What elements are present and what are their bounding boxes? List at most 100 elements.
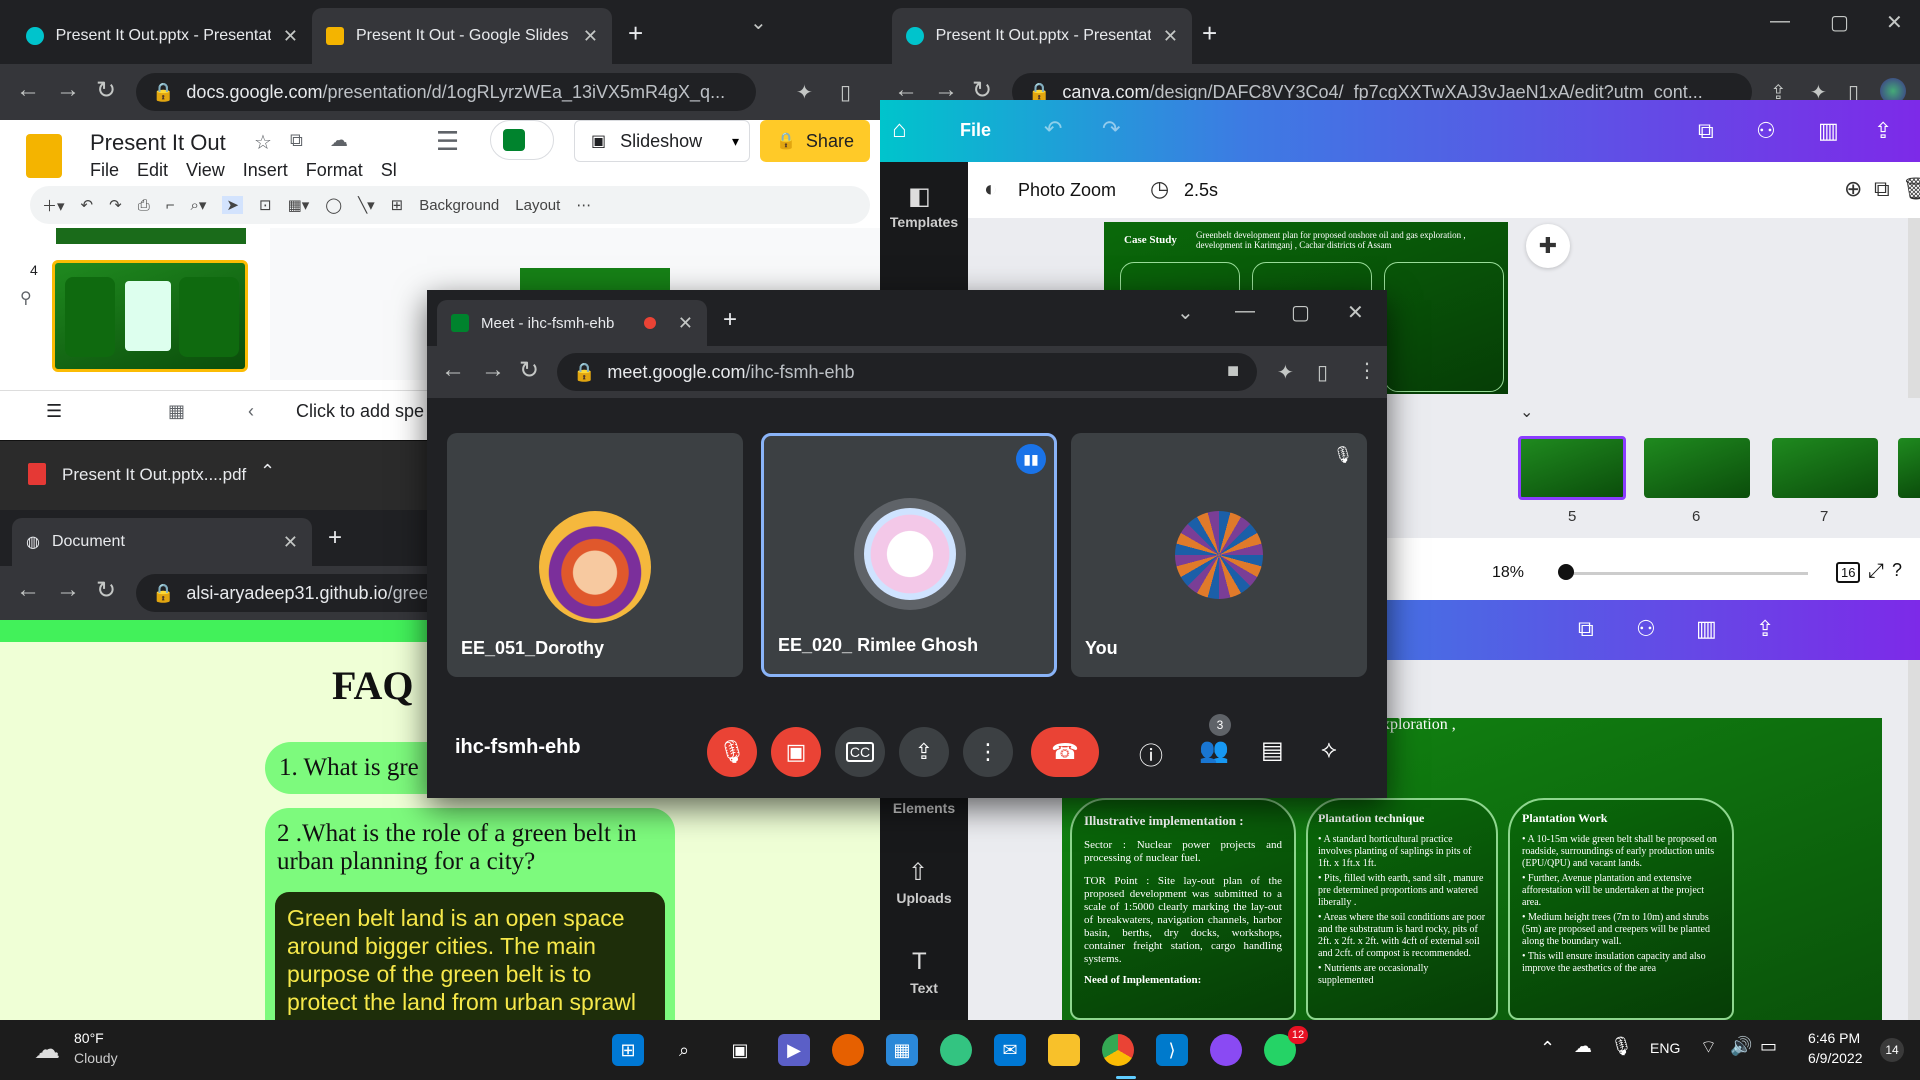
edge-icon[interactable] — [940, 1034, 972, 1066]
clock-date[interactable]: 6/9/2022 — [1808, 1050, 1863, 1066]
layout-button[interactable]: Layout — [515, 197, 560, 214]
scrollbar[interactable] — [1908, 660, 1920, 1020]
shape-icon[interactable]: ◯ — [325, 196, 342, 214]
document-title[interactable]: Present It Out — [90, 130, 226, 156]
animation-label[interactable]: Photo Zoom — [1018, 180, 1116, 201]
back-icon[interactable]: ← — [16, 576, 40, 604]
minimize-icon[interactable]: — — [1235, 300, 1255, 323]
collaborators-icon[interactable]: ⚇ — [1756, 118, 1776, 144]
close-icon[interactable]: ✕ — [583, 26, 598, 47]
redo-icon[interactable]: ↷ — [1102, 116, 1120, 142]
back-icon[interactable]: ← — [16, 76, 40, 104]
close-icon[interactable]: ✕ — [283, 532, 298, 553]
mail-icon[interactable]: ✉ — [994, 1034, 1026, 1066]
forward-icon[interactable]: → — [481, 356, 505, 384]
new-tab-icon[interactable]: + — [628, 18, 643, 49]
menu-format[interactable]: Format — [306, 160, 363, 181]
resize-icon[interactable]: ⧉ — [1578, 616, 1594, 642]
slide-thumbnail-3[interactable] — [56, 228, 246, 244]
reload-icon[interactable]: ↻ — [519, 356, 539, 385]
activities-icon[interactable]: ⟡ — [1321, 736, 1337, 764]
task-view-icon[interactable]: ▣ — [724, 1034, 756, 1066]
more-icon[interactable]: ⋯ — [576, 196, 591, 214]
address-bar[interactable]: 🔒 meet.google.com/ihc-fsmh-ehb — [557, 353, 1257, 391]
text-label[interactable]: Text — [886, 980, 962, 996]
meeting-info-icon[interactable]: ⓘ — [1139, 736, 1163, 771]
vscode-icon[interactable]: ⟩ — [1156, 1034, 1188, 1066]
menu-edit[interactable]: Edit — [137, 160, 168, 181]
sidebar-icon[interactable]: ▯ — [1317, 360, 1328, 385]
teams-chat-icon[interactable]: ▶ — [778, 1034, 810, 1066]
notification-center-badge[interactable]: 14 — [1880, 1038, 1904, 1062]
fullscreen-icon[interactable]: ⤢ — [1868, 560, 1884, 583]
forward-icon[interactable]: → — [56, 76, 80, 104]
thumb-page-7[interactable] — [1772, 438, 1878, 498]
delete-page-icon[interactable]: 🗑 — [1902, 176, 1920, 202]
present-button[interactable]: ⇪ — [899, 727, 949, 777]
star-icon[interactable]: ☆ — [254, 130, 272, 155]
close-window-icon[interactable]: ✕ — [1886, 10, 1903, 35]
new-tab-icon[interactable]: + — [1202, 18, 1217, 49]
tab-search-icon[interactable]: ⌄ — [1177, 300, 1194, 325]
mic-off-button[interactable]: 🎙 — [707, 727, 757, 777]
redo-icon[interactable]: ↷ — [109, 196, 122, 214]
more-options-button[interactable]: ⋮ — [963, 727, 1013, 777]
select-icon[interactable]: ➤ — [222, 196, 243, 214]
menu-file[interactable]: File — [90, 160, 119, 181]
comments-icon[interactable]: ☰ — [436, 126, 459, 157]
upload-icon[interactable]: ⇧ — [908, 858, 928, 887]
insights-icon[interactable]: ▥ — [1696, 616, 1717, 642]
search-icon[interactable]: ⌕ — [668, 1034, 700, 1066]
menu-slide[interactable]: Sl — [381, 160, 397, 181]
share-button[interactable]: 🔒 Share — [760, 120, 870, 162]
close-icon[interactable]: ✕ — [678, 313, 693, 334]
menu-insert[interactable]: Insert — [243, 160, 288, 181]
sidebar-icon[interactable]: ▯ — [840, 80, 851, 105]
collaborators-icon[interactable]: ⚇ — [1636, 616, 1656, 642]
animation-icon[interactable]: ◐ — [984, 176, 997, 202]
print-icon[interactable]: ⎙ — [138, 197, 150, 214]
language-indicator[interactable]: ENG — [1650, 1040, 1680, 1056]
extensions-icon[interactable]: ✦ — [1277, 360, 1294, 385]
move-folder-icon[interactable]: ⧉ — [290, 130, 303, 151]
filmstrip-view-icon[interactable]: ☰ — [46, 401, 62, 422]
add-comment-icon[interactable]: ✚ — [1526, 224, 1570, 268]
text-icon[interactable]: T — [912, 948, 927, 976]
duration-label[interactable]: 2.5s — [1184, 180, 1218, 201]
chat-icon[interactable]: ▤ — [1261, 736, 1284, 765]
battery-icon[interactable]: ▭ — [1760, 1036, 1777, 1057]
zoom-slider[interactable] — [1568, 572, 1808, 575]
tab-canva[interactable]: Present It Out.pptx - Presentation ✕ — [892, 8, 1192, 64]
start-windows-icon[interactable]: ⊞ — [612, 1034, 644, 1066]
scrollbar[interactable] — [1908, 218, 1920, 398]
volume-icon[interactable]: 🔊 — [1730, 1036, 1752, 1057]
collapse-icon[interactable]: ‹ — [248, 401, 254, 422]
microphone-icon[interactable]: 🎙 — [1610, 1036, 1633, 1057]
tab-google-slides[interactable]: Present It Out - Google Slides ✕ — [312, 8, 612, 64]
menu-icon[interactable]: ⋮ — [1357, 358, 1377, 383]
download-filename[interactable]: Present It Out.pptx....pdf — [62, 465, 246, 485]
menu-view[interactable]: View — [186, 160, 225, 181]
zoom-icon[interactable]: ⌕▾ — [190, 196, 206, 214]
zoom-slider-handle[interactable] — [1558, 564, 1574, 580]
file-menu[interactable]: File — [960, 120, 991, 141]
line-icon[interactable]: ╲▾ — [358, 196, 375, 214]
uploads-label[interactable]: Uploads — [886, 890, 962, 906]
meet-button[interactable] — [490, 120, 554, 160]
clock-time[interactable]: 6:46 PM — [1808, 1030, 1860, 1046]
resize-icon[interactable]: ⧉ — [1698, 118, 1714, 144]
forward-icon[interactable]: → — [56, 576, 80, 604]
participant-tile-rimlee[interactable]: ▮▮ EE_020_ Rimlee Ghosh — [761, 433, 1057, 677]
templates-icon[interactable]: ◧ — [908, 182, 931, 211]
firefox-icon[interactable] — [832, 1034, 864, 1066]
close-icon[interactable]: ✕ — [1163, 26, 1178, 47]
participant-tile-you[interactable]: 🎙 You — [1071, 433, 1367, 677]
undo-icon[interactable]: ↶ — [81, 196, 94, 214]
share-icon[interactable]: ⇪ — [1756, 616, 1774, 642]
tab-meet[interactable]: Meet - ihc-fsmh-ehb ✕ — [437, 300, 707, 346]
home-icon[interactable]: ⌂ — [892, 116, 907, 144]
new-slide-icon[interactable]: ＋▾ — [42, 195, 65, 216]
new-tab-icon[interactable]: + — [723, 306, 737, 334]
github-desktop-icon[interactable] — [1210, 1034, 1242, 1066]
reload-icon[interactable]: ↻ — [96, 576, 116, 605]
